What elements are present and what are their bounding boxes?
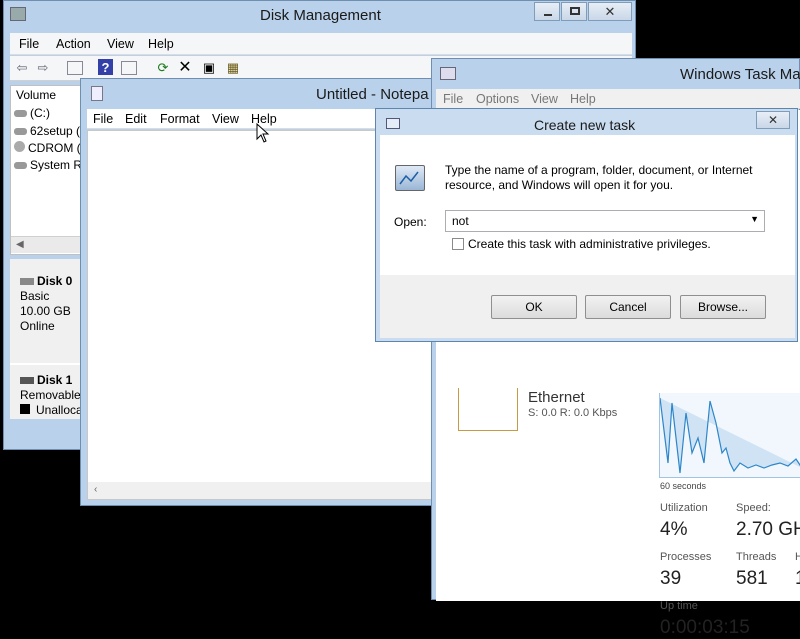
ethernet-label: Ethernet xyxy=(528,389,585,406)
help-icon[interactable]: ? xyxy=(98,59,113,75)
disk-panel: Disk 0 Basic 10.00 GB Online Disk 1 Remo… xyxy=(10,259,90,419)
tm-menu-help[interactable]: Help xyxy=(570,92,596,106)
menu-view[interactable]: View xyxy=(107,37,134,51)
volume-column-header[interactable]: Volume xyxy=(16,88,56,102)
back-arrow-icon[interactable]: ⇦ xyxy=(13,59,31,77)
task-manager-menubar: File Options View Help xyxy=(436,89,800,109)
disk-icon xyxy=(20,278,34,285)
dialog-button-area: OK Cancel Browse... xyxy=(380,275,795,338)
menu-action[interactable]: Action xyxy=(56,37,91,51)
horizontal-scrollbar[interactable]: ◀ xyxy=(11,236,89,253)
settings-icon[interactable]: ▣ xyxy=(200,59,218,77)
drive-icon xyxy=(14,128,27,135)
notepad-title: Untitled - Notepa xyxy=(316,86,429,103)
disk-management-app-icon xyxy=(10,7,26,21)
dialog-description: Type the name of a program, folder, docu… xyxy=(445,163,753,192)
notepad-horizontal-scrollbar[interactable]: ‹ xyxy=(88,482,440,499)
volume-list-item[interactable]: System Re xyxy=(14,158,89,172)
uptime-value: 0:00:03:15 xyxy=(660,617,750,638)
handles-label: H xyxy=(795,551,800,563)
speed-value: 2.70 GH xyxy=(736,519,800,540)
cpu-graph xyxy=(659,393,800,478)
create-new-task-dialog: Create new task ✕ Type the name of a pro… xyxy=(375,108,798,342)
ethernet-thumbnail[interactable] xyxy=(458,388,518,431)
disk0-info[interactable]: Disk 0 Basic 10.00 GB Online xyxy=(20,274,72,334)
speed-label: Speed: xyxy=(736,502,771,514)
task-manager-title: Windows Task Man xyxy=(680,66,800,83)
menu-help[interactable]: Help xyxy=(148,37,174,51)
dialog-app-icon xyxy=(386,118,400,129)
uptime-label: Up time xyxy=(660,600,698,612)
maximize-button[interactable] xyxy=(561,2,587,21)
notepad-titlebar[interactable]: Untitled - Notepa xyxy=(81,79,445,107)
delete-icon[interactable]: ✕ xyxy=(176,59,194,77)
volume-list: Volume (C:) 62setup ( CDROM ( System Re … xyxy=(10,85,90,255)
dialog-title: Create new task xyxy=(534,117,636,133)
disk-management-title: Disk Management xyxy=(260,7,381,24)
ok-button[interactable]: OK xyxy=(491,295,577,319)
processes-label: Processes xyxy=(660,551,712,563)
open-combobox[interactable]: not ▼ xyxy=(445,210,765,232)
notepad-menu-view[interactable]: View xyxy=(212,112,239,126)
dialog-close-button[interactable]: ✕ xyxy=(756,111,790,129)
browse-button[interactable]: Browse... xyxy=(680,295,766,319)
disk1-info[interactable]: Disk 1 Removable Unallocat xyxy=(20,373,86,418)
forward-arrow-icon[interactable]: ⇨ xyxy=(34,59,52,77)
threads-label: Threads xyxy=(736,551,777,563)
notepad-menu-format[interactable]: Format xyxy=(160,112,200,126)
processes-value: 39 xyxy=(660,568,682,589)
admin-checkbox[interactable] xyxy=(452,238,464,250)
open-input[interactable]: not xyxy=(452,214,469,228)
tm-menu-options[interactable]: Options xyxy=(476,92,519,106)
run-program-icon xyxy=(395,165,425,191)
notepad-menu-file[interactable]: File xyxy=(93,112,113,126)
tm-menu-file[interactable]: File xyxy=(443,92,463,106)
mouse-cursor-icon xyxy=(256,123,270,143)
threads-value: 581 xyxy=(736,568,768,589)
chevron-down-icon[interactable]: ▼ xyxy=(750,214,759,224)
dialog-titlebar[interactable]: Create new task ✕ xyxy=(376,109,797,137)
drive-icon xyxy=(14,162,27,169)
ethernet-stats: S: 0.0 R: 0.0 Kbps xyxy=(528,407,618,419)
task-manager-app-icon xyxy=(440,67,456,80)
disk-management-menubar: File Action View Help xyxy=(10,33,632,55)
dialog-body: Type the name of a program, folder, docu… xyxy=(380,135,795,275)
tm-menu-view[interactable]: View xyxy=(531,92,558,106)
graph-caption: 60 seconds xyxy=(660,481,707,491)
cdrom-icon xyxy=(14,141,25,152)
volume-list-item[interactable]: CDROM ( xyxy=(14,141,81,155)
menu-file[interactable]: File xyxy=(19,37,39,51)
notepad-app-icon xyxy=(91,86,103,101)
volume-list-item[interactable]: (C:) xyxy=(14,106,50,120)
open-label: Open: xyxy=(394,215,427,229)
disk-icon[interactable]: ▦ xyxy=(224,59,242,77)
cancel-button[interactable]: Cancel xyxy=(585,295,671,319)
minimize-button[interactable] xyxy=(534,2,560,21)
properties-icon[interactable] xyxy=(121,61,137,75)
removable-disk-icon xyxy=(20,377,34,384)
utilization-label: Utilization xyxy=(660,502,708,514)
volume-list-item[interactable]: 62setup ( xyxy=(14,124,80,138)
scroll-left-icon[interactable]: ◀ xyxy=(16,239,24,250)
task-manager-titlebar[interactable]: Windows Task Man xyxy=(432,59,800,87)
show-hide-tree-icon[interactable] xyxy=(67,61,83,75)
utilization-value: 4% xyxy=(660,519,688,540)
handles-value: 1 xyxy=(795,568,800,590)
divider xyxy=(10,363,90,365)
close-button[interactable]: ✕ xyxy=(588,2,632,21)
admin-checkbox-label[interactable]: Create this task with administrative pri… xyxy=(468,237,711,251)
disk-management-titlebar[interactable]: Disk Management ✕ xyxy=(4,1,635,29)
cpu-graph-line xyxy=(659,397,800,474)
notepad-menu-edit[interactable]: Edit xyxy=(125,112,147,126)
refresh-icon[interactable]: ⟳ xyxy=(154,59,172,77)
drive-icon xyxy=(14,110,27,117)
unallocated-legend-swatch xyxy=(20,404,30,414)
scroll-left-icon[interactable]: ‹ xyxy=(94,484,97,495)
